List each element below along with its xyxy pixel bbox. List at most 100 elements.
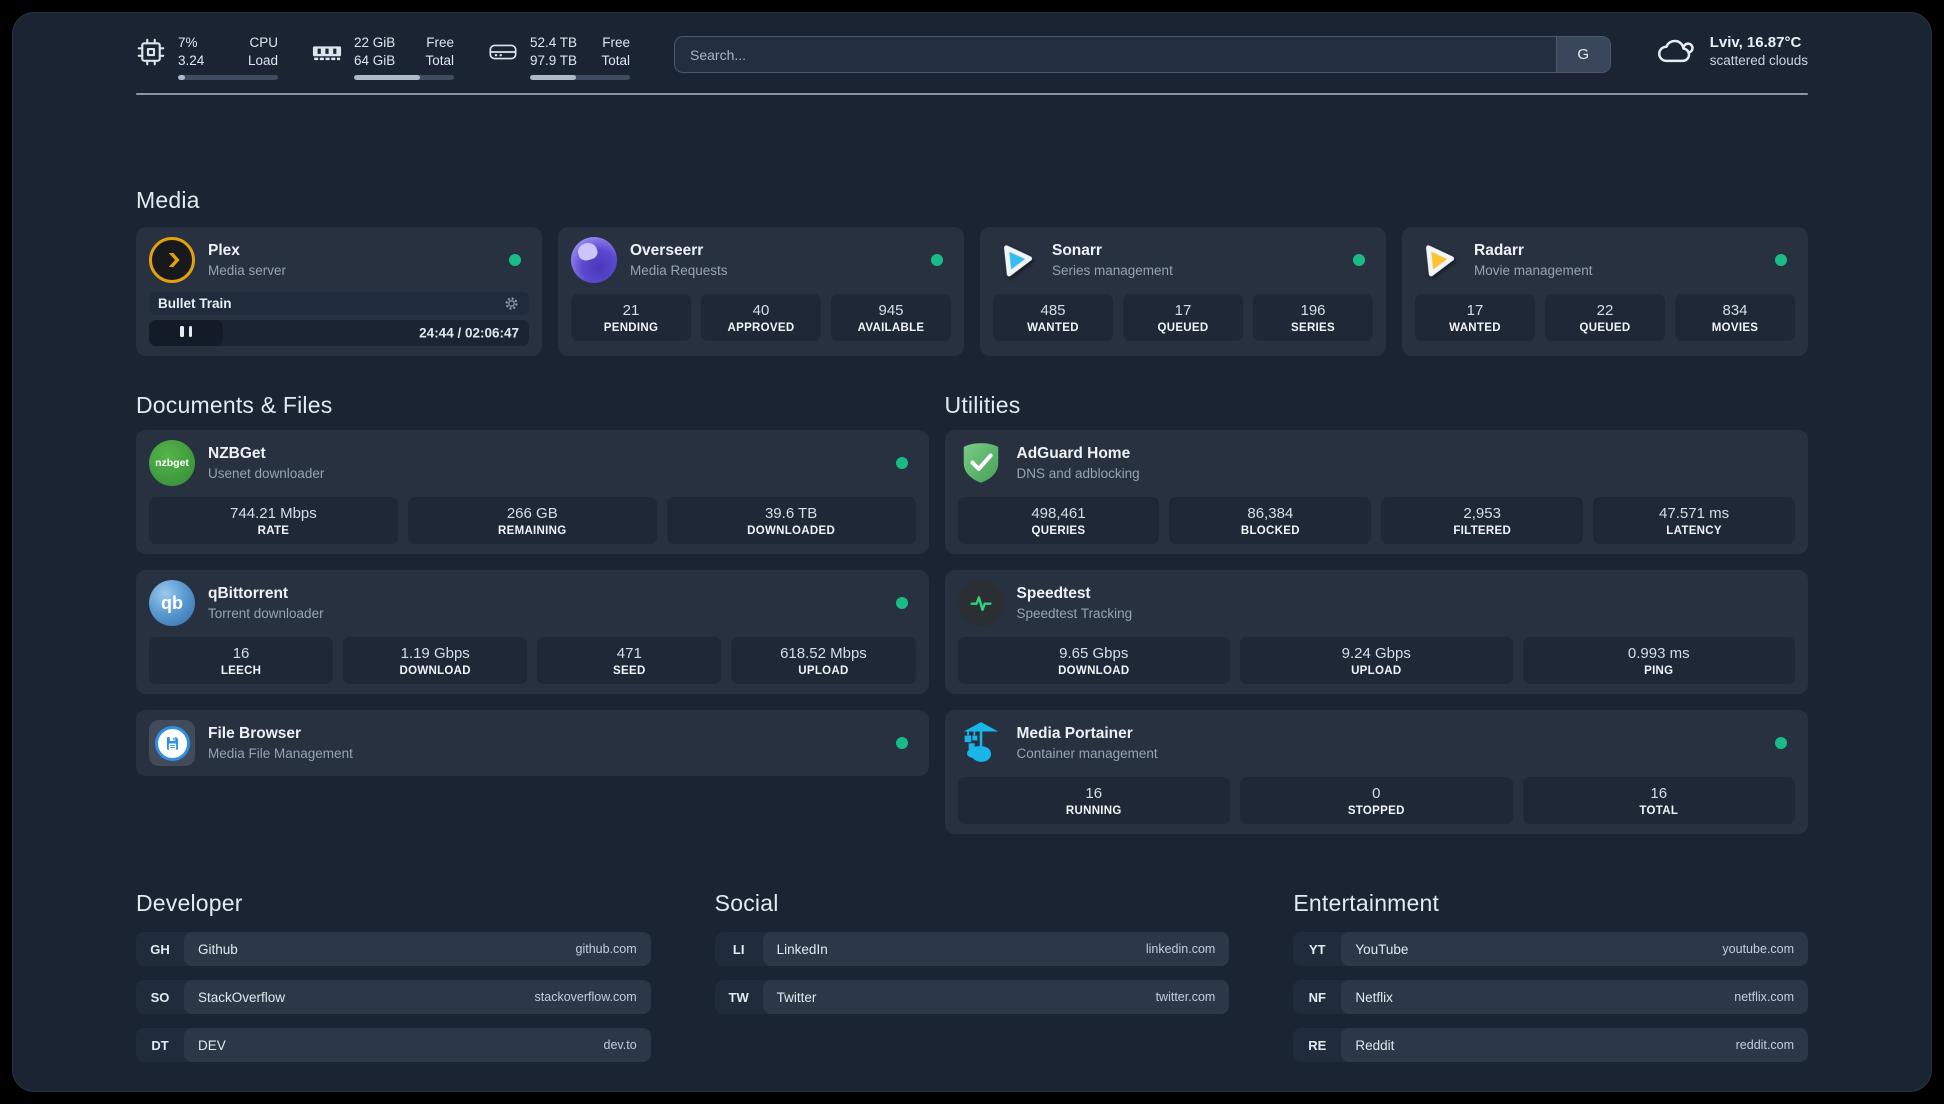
bookmark-url: netflix.com [1734,990,1794,1005]
stat-value: 39.6 TB [764,505,818,523]
bookmark-stackoverflow[interactable]: SO StackOverflow stackoverflow.com [136,980,651,1015]
stat-label: QUEUED [1157,322,1209,335]
plex-card[interactable]: Plex Media server Bullet Train 24:44 / 0… [136,227,542,357]
stat-value: 16 [1650,785,1668,803]
stat-value: 0.993 ms [1627,645,1690,663]
stat-value: 945 [878,302,904,320]
sonarr-card[interactable]: Sonarr Series management 485 WANTED 17 Q… [980,227,1386,357]
stat-label: DOWNLOADED [747,525,836,538]
qbittorrent-stat-download: 1.19 Gbps DOWNLOAD [343,637,528,685]
memory-columns: 22 GiB 64 GiB Free Total [354,34,454,70]
stat-value: 834 [1722,302,1748,320]
cpu-progress-fill [178,75,185,81]
speedtest-stat-download: 9.65 Gbps DOWNLOAD [957,637,1231,685]
radarr-card-header: Radarr Movie management [1415,237,1795,283]
cpu-progress-track [178,75,278,81]
overseerr-icon [571,237,617,284]
bookmark-linkedin[interactable]: LI LinkedIn linkedin.com [714,932,1230,967]
qbittorrent-stat-leech: 16 LEECH [149,637,334,685]
bookmark-name: YouTube [1355,941,1409,957]
overseerr-title: Overseerr [630,242,704,260]
sonarr-title: Sonarr [1052,242,1102,260]
adguard-title: AdGuard Home [1016,445,1131,463]
stat-value: 16 [232,645,250,663]
sonarr-status-dot [1353,254,1365,267]
bookmark-url: reddit.com [1735,1038,1794,1053]
stat-label: DOWNLOAD [1058,665,1130,678]
nzbget-meta: NZBGet Usenet downloader [208,445,883,481]
portainer-icon [958,720,1004,766]
adguard-meta: AdGuard Home DNS and adblocking [1017,445,1795,481]
bookmark-abbr: DT [151,1037,169,1053]
bookmark-reddit[interactable]: RE Reddit reddit.com [1293,1028,1808,1063]
overseerr-card-header: Overseerr Media Requests [571,237,951,284]
media-cards-row: Plex Media server Bullet Train 24:44 / 0… [136,227,1808,357]
bookmark-github[interactable]: GH Github github.com [136,932,651,967]
bookmark-url: github.com [575,942,637,957]
adguard-card[interactable]: AdGuard Home DNS and adblocking 498,461 … [944,430,1808,555]
stat-label: DOWNLOAD [399,665,471,678]
bookmark-bar: Netflix netflix.com [1341,980,1808,1015]
qbittorrent-status-dot [895,597,908,610]
sonarr-stat-queued: 17 QUEUED [1123,294,1243,342]
overseerr-stat-available: 945 AVAILABLE [831,294,951,342]
qbittorrent-icon: qb [149,580,195,627]
stat-value: 1.19 Gbps [400,645,470,663]
settings-gear-icon[interactable] [503,295,520,312]
speedtest-card[interactable]: Speedtest Speedtest Tracking 9.65 Gbps D… [944,570,1808,695]
portainer-card[interactable]: Media Portainer Container management 16 … [944,710,1808,835]
speedtest-stats: 9.65 Gbps DOWNLOAD 9.24 Gbps UPLOAD 0.99… [957,637,1796,685]
stat-value: 9.24 Gbps [1341,645,1411,663]
bookmark-dev[interactable]: DT DEV dev.to [136,1028,651,1063]
pause-icon[interactable] [178,324,195,342]
filebrowser-status-dot [895,737,908,750]
search-input[interactable] [675,37,1556,72]
ram-icon [312,46,342,61]
bookmark-netflix[interactable]: NF Netflix netflix.com [1293,980,1808,1015]
speedtest-meta: Speedtest Speedtest Tracking [1017,585,1795,621]
stat-value: 0 [1372,785,1381,803]
qbittorrent-card[interactable]: qb qBittorrent Torrent downloader 16 LEE… [136,570,929,695]
overseerr-stats: 21 PENDING 40 APPROVED 945 AVAILABLE [571,294,951,342]
bookmark-name: Twitter [776,989,817,1005]
plex-meta: Plex Media server [208,242,496,278]
disk-icon [489,44,517,60]
stat-label: LATENCY [1666,525,1722,538]
disk-widget: 52.4 TB 97.9 TB Free Total [488,34,630,81]
plex-status-dot [509,254,521,267]
portainer-subtitle: Container management [1016,746,1158,762]
stat-label: QUEUED [1579,322,1631,335]
top-bar: 7% 3.24 CPU Load 22 GiB 64 GiB Free Tota… [136,34,1808,81]
playback-progress-fill [149,320,224,347]
stat-label: RATE [257,525,290,538]
weather-widget: Lviv, 16.87°C scattered clouds [1655,34,1808,68]
filebrowser-card[interactable]: File Browser Media File Management [136,710,929,777]
radarr-card[interactable]: Radarr Movie management 17 WANTED 22 QUE… [1402,227,1808,357]
stat-label: PENDING [603,322,659,335]
nzbget-card[interactable]: nzbget NZBGet Usenet downloader 744.21 M… [136,430,929,555]
entertainment-header: Entertainment [1293,890,1440,917]
portainer-stat-total: 16 TOTAL [1522,777,1796,825]
bookmark-abbr: SO [150,989,170,1005]
memory-label-top: Free [426,35,454,50]
stat-value: 17 [1466,302,1484,320]
stat-label: WANTED [1027,322,1079,335]
plex-title: Plex [208,242,240,260]
overseerr-card[interactable]: Overseerr Media Requests 21 PENDING 40 A… [558,227,964,357]
bookmark-bar: DEV dev.to [184,1028,651,1063]
cpu-label-top: CPU [249,35,278,50]
stat-value: 86,384 [1247,505,1294,523]
bookmark-bar: Github github.com [184,932,651,967]
filebrowser-meta: File Browser Media File Management [208,725,883,761]
bookmark-twitter[interactable]: TW Twitter twitter.com [714,980,1230,1015]
radarr-stats: 17 WANTED 22 QUEUED 834 MOVIES [1415,294,1795,342]
cpu-widget: 7% 3.24 CPU Load [136,34,278,81]
bookmark-youtube[interactable]: YT YouTube youtube.com [1293,932,1808,967]
sonarr-subtitle: Series management [1052,263,1173,279]
stat-label: STOPPED [1347,805,1405,818]
stat-label: LEECH [220,665,262,678]
playback-progress-bar[interactable]: 24:44 / 02:06:47 [149,320,529,347]
filebrowser-card-header: File Browser Media File Management [149,720,916,767]
search-engine-button[interactable]: G [1555,37,1610,72]
cpu-load-value: 3.24 [178,53,205,69]
